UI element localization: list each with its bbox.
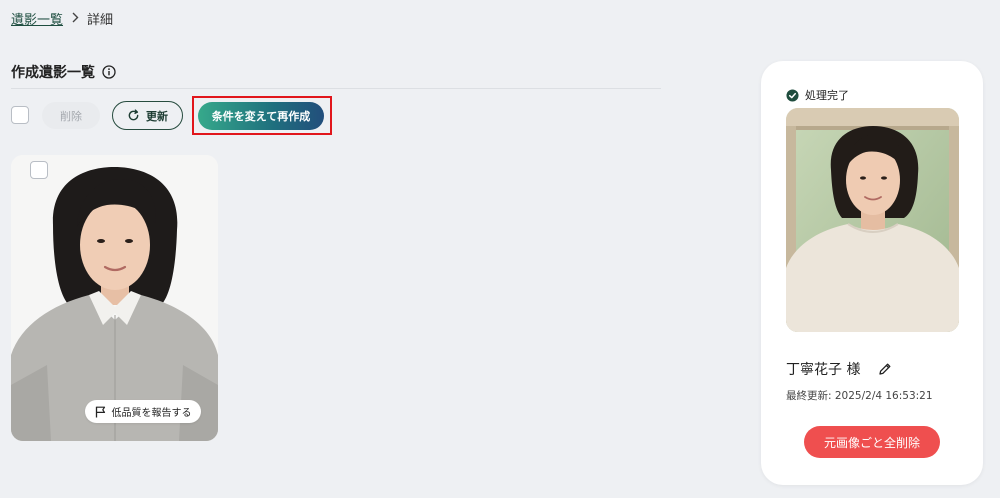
divider: [11, 88, 661, 89]
generated-portrait-card[interactable]: 低品質を報告する: [11, 155, 218, 441]
report-label: 低品質を報告する: [111, 408, 192, 419]
report-low-quality-button[interactable]: 低品質を報告する: [85, 400, 201, 423]
status-text: 処理完了: [805, 89, 849, 102]
breadcrumb-current: 詳細: [87, 13, 114, 28]
status-badge: 処理完了: [786, 87, 849, 103]
person-name: 丁寧花子 様: [786, 362, 861, 378]
breadcrumb: 遺影一覧 詳細: [11, 9, 113, 28]
delete-button[interactable]: 削除: [42, 102, 100, 129]
pencil-icon[interactable]: [878, 362, 892, 376]
chevron-right-icon: [71, 12, 79, 26]
refresh-label: 更新: [146, 109, 168, 123]
person-name-row: 丁寧花子 様: [786, 359, 892, 379]
breadcrumb-link-portraits[interactable]: 遺影一覧: [11, 9, 63, 28]
section-header: 作成遺影一覧: [11, 62, 116, 82]
refresh-icon: [127, 109, 140, 122]
info-icon[interactable]: [102, 65, 116, 79]
detail-panel: 処理完了 丁寧花子 様 最終更新: 2025/2/4 16:53:21 元画像ご…: [761, 61, 983, 485]
portrait-select-checkbox[interactable]: [30, 161, 48, 179]
flag-icon: [95, 406, 106, 418]
delete-all-with-original-button[interactable]: 元画像ごと全削除: [804, 426, 940, 458]
remake-with-new-conditions-button[interactable]: 条件を変えて再作成: [198, 102, 324, 130]
last-updated: 最終更新: 2025/2/4 16:53:21: [786, 390, 933, 402]
select-all-checkbox[interactable]: [11, 106, 29, 124]
original-photo: [786, 108, 959, 332]
page-title: 作成遺影一覧: [11, 65, 95, 81]
generated-portrait-image: [11, 155, 218, 441]
check-circle-icon: [786, 88, 799, 102]
refresh-button[interactable]: 更新: [112, 101, 183, 130]
